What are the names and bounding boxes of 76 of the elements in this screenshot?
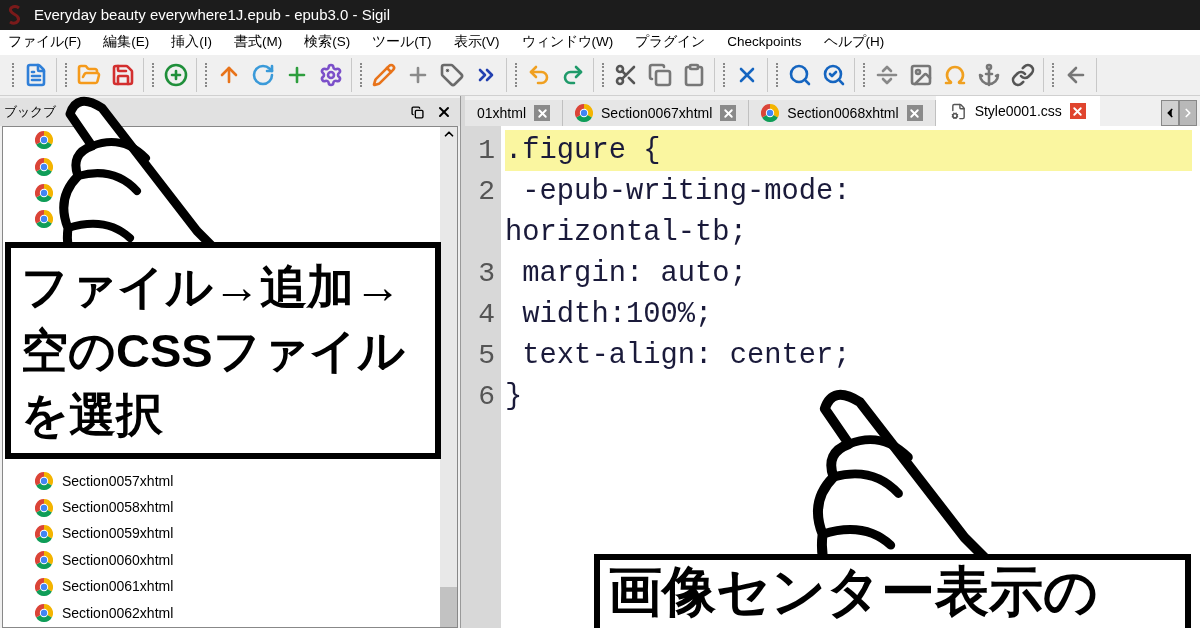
tree-item[interactable]: Section0062xhtml (35, 599, 440, 627)
scroll-thumb[interactable] (440, 587, 457, 627)
browser-file-icon (35, 551, 53, 570)
link-icon[interactable] (1011, 63, 1035, 87)
browser-file-icon (35, 524, 53, 543)
browser-file-icon (35, 472, 53, 491)
document-icon[interactable] (24, 63, 48, 87)
menu-item[interactable]: 編集(E) (103, 32, 150, 53)
callout-text: ファイル→追加→ (21, 258, 402, 315)
line-number: 3 (477, 256, 496, 291)
menu-item[interactable]: ツール(T) (372, 32, 432, 53)
stylesheet-icon (949, 102, 967, 120)
editor-tab[interactable]: 01xhtml (465, 100, 564, 126)
browser-file-icon (35, 157, 53, 176)
callout-text: 空のCSSファイル (21, 322, 406, 379)
tree-item[interactable]: Section0061xhtml (35, 573, 440, 600)
image-icon[interactable] (909, 63, 933, 87)
code-editor[interactable]: 1 .figure { 2 -epub-writing-mode: horizontal-tb; 3 margin: auto; 4 width:100%; 5 text-align: center; 6 } 画像センター表示の (465, 126, 1200, 628)
tree-item[interactable]: Section0060xhtml (35, 547, 440, 574)
search-check-icon[interactable] (822, 63, 846, 87)
pencil-icon[interactable] (372, 63, 396, 87)
menu-item[interactable]: プラグイン (635, 32, 706, 53)
callout-text: を選択 (21, 386, 164, 443)
code-line: horizontal-tb; (505, 214, 747, 251)
browser-file-icon (761, 104, 780, 122)
browser-file-icon (35, 498, 53, 517)
tag-icon[interactable] (440, 63, 464, 87)
panel-title: ブックブ (4, 103, 56, 122)
search-icon[interactable] (788, 63, 812, 87)
menu-item[interactable]: Checkpoints (727, 32, 802, 53)
editor-tab[interactable]: Style0001.css (935, 96, 1100, 126)
code-line: width:100%; (521, 296, 714, 333)
browser-file-icon (35, 131, 53, 150)
scrollbar[interactable] (440, 127, 457, 627)
browser-file-icon (35, 210, 53, 229)
line-number: 4 (477, 297, 496, 332)
tab-scroll-left-button[interactable] (1161, 100, 1179, 126)
menu-item[interactable]: 表示(V) (453, 32, 500, 53)
callout-text: 画像センター表示の (608, 562, 1099, 620)
browser-file-icon (35, 604, 53, 623)
code-line: text-align: center; (521, 337, 852, 374)
copy-icon[interactable] (648, 63, 672, 87)
line-number: 2 (477, 174, 496, 209)
tree-item[interactable]: Section0057xhtml (35, 467, 440, 495)
browser-file-icon (575, 104, 594, 122)
menu-item[interactable]: 検索(S) (304, 32, 351, 53)
tree-item[interactable]: Section0059xhtml (35, 520, 440, 548)
browser-file-icon (35, 183, 53, 202)
float-icon[interactable] (411, 105, 424, 119)
menu-item[interactable]: ヘルプ(H) (823, 32, 885, 53)
split-icon[interactable] (875, 63, 899, 87)
clipboard-icon[interactable] (682, 63, 706, 87)
code-line: } (505, 378, 524, 415)
line-number: 1 (477, 133, 496, 168)
app-logo-icon (8, 5, 22, 25)
code-line: margin: auto; (521, 255, 748, 292)
redo-icon[interactable] (561, 63, 585, 87)
code-line: -epub-writing-mode: (521, 173, 852, 210)
line-number: 5 (477, 338, 496, 373)
tree-item[interactable]: Section0058xhtml (35, 494, 440, 521)
browser-file-icon (35, 577, 53, 596)
editor-tab[interactable]: Section0068xhtml (749, 100, 936, 126)
window-title: Everyday beauty everywhere1J.epub - epub3.0 - Sigil (34, 4, 391, 25)
menu-item[interactable]: ファイル(F) (8, 32, 82, 53)
anchor-icon[interactable] (977, 63, 1001, 87)
refresh-icon[interactable] (251, 63, 275, 87)
menu-item[interactable]: 書式(M) (234, 32, 283, 53)
add-icon[interactable] (164, 63, 188, 87)
settings-icon[interactable] (319, 63, 343, 87)
line-number: 6 (477, 379, 496, 414)
save-icon[interactable] (111, 63, 135, 87)
close-icon[interactable] (436, 104, 452, 120)
menu-item[interactable]: ウィンドウ(W) (521, 32, 614, 53)
scissors-icon[interactable] (614, 63, 638, 87)
editor-tab[interactable]: Section0067xhtml (563, 100, 750, 126)
menu-item[interactable]: 挿入(I) (171, 32, 212, 53)
